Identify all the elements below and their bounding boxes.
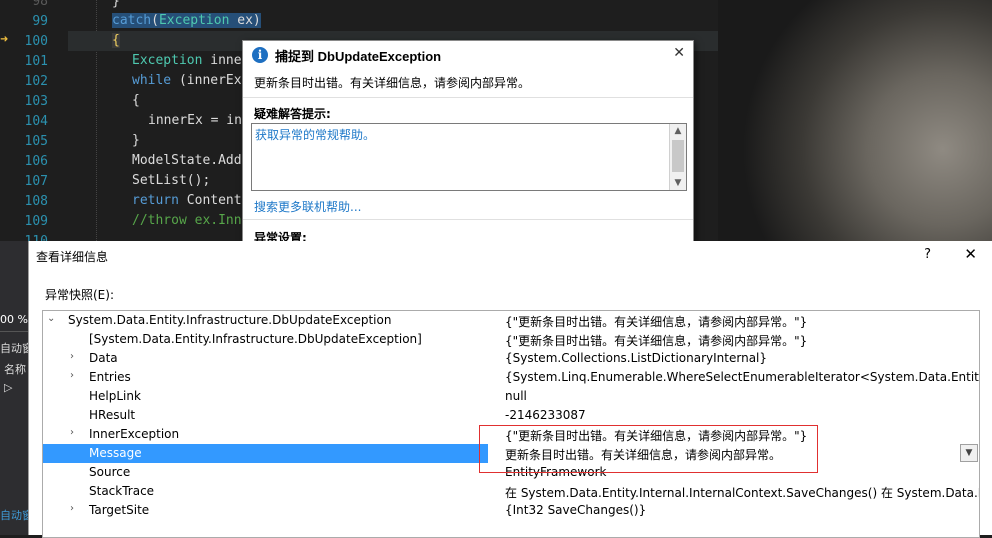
table-row[interactable]: › Entries {System.Linq.Enumerable.WhereSe… <box>43 368 979 387</box>
line-number: 103 <box>24 94 48 109</box>
line-number: 107 <box>24 174 48 189</box>
exception-snapshot-label: 异常快照(E): <box>45 288 114 302</box>
property-name: InnerException <box>89 427 180 441</box>
exception-helper-popup: i 捕捉到 DbUpdateException ✕ 更新条目时出错。有关详细信息… <box>242 40 694 241</box>
autos-window-label[interactable]: 自动窗 <box>0 340 28 356</box>
property-name: TargetSite <box>89 503 150 517</box>
divider <box>243 219 693 220</box>
table-row[interactable]: ⌄ System.Data.Entity.Infrastructure.DbUpd… <box>43 311 979 330</box>
autos-window-strip: 00 % 自动窗 名称 ▷ 自动窗 <box>0 241 28 535</box>
table-row[interactable]: HResult -2146233087 <box>43 406 979 425</box>
code-line-103[interactable]: { <box>132 93 140 108</box>
code-line-107[interactable]: SetList(); <box>132 173 210 188</box>
code-line-98[interactable]: } <box>112 0 120 9</box>
close-icon[interactable]: ✕ <box>673 45 685 61</box>
chevron-down-icon[interactable]: ▼ <box>960 444 978 462</box>
property-name: Message <box>89 446 142 460</box>
table-row[interactable]: HelpLink null <box>43 387 979 406</box>
expand-icon[interactable]: › <box>70 427 74 438</box>
property-name: HelpLink <box>89 389 141 403</box>
property-name: StackTrace <box>89 484 155 498</box>
current-line-arrow-icon: ➜ <box>0 34 9 45</box>
line-number-gutter: 98 99 100 101 102 103 104 105 106 107 10… <box>0 0 60 241</box>
table-row[interactable]: › Data {System.Collections.ListDictionary… <box>43 349 979 368</box>
divider <box>243 97 693 98</box>
property-name: Entries <box>89 370 131 384</box>
line-number: 110 <box>18 234 48 241</box>
code-line-106[interactable]: ModelState.AddM <box>132 153 249 168</box>
tips-scrollbar[interactable]: ▲ ▼ <box>669 124 686 190</box>
background-moon-image <box>718 0 992 241</box>
more-online-help-link[interactable]: 搜索更多联机帮助... <box>254 198 361 215</box>
line-number: 102 <box>24 74 48 89</box>
zoom-level[interactable]: 00 % <box>0 313 28 326</box>
line-number: 106 <box>24 154 48 169</box>
line-number: 109 <box>24 214 48 229</box>
property-value: {"更新条目时出错。有关详细信息，请参阅内部异常。"} <box>505 315 808 329</box>
code-line-105[interactable]: } <box>132 133 140 148</box>
code-line-100[interactable]: { <box>112 33 120 48</box>
line-number: 101 <box>24 54 48 69</box>
line-number: 100 <box>24 34 48 49</box>
expand-icon[interactable]: › <box>70 351 74 362</box>
property-name: System.Data.Entity.Infrastructure.DbUpda… <box>68 313 392 327</box>
property-name: Source <box>89 465 131 479</box>
code-line-99[interactable]: catch(Exception ex) <box>112 13 261 28</box>
collapse-icon[interactable]: ⌄ <box>47 313 55 324</box>
property-name: [System.Data.Entity.Infrastructure.DbUpd… <box>89 332 422 346</box>
view-detail-dialog: 查看详细信息 ? ✕ 异常快照(E): ⌄ System.Data.Entity.… <box>28 241 992 538</box>
line-number: 105 <box>24 134 48 149</box>
autos-tab[interactable]: 自动窗 <box>0 507 28 523</box>
expand-icon[interactable]: › <box>70 370 74 381</box>
property-value: 在 System.Data.Entity.Internal.InternalCo… <box>505 486 980 500</box>
troubleshooting-tips-box[interactable]: 获取异常的常规帮助。 ▲ ▼ <box>251 123 687 191</box>
property-value: {System.Linq.Enumerable.WhereSelectEnume… <box>505 370 980 384</box>
exception-settings-title: 异常设置: <box>254 231 307 241</box>
expand-icon[interactable]: › <box>70 503 74 514</box>
popup-title: 捕捉到 DbUpdateException <box>275 49 442 64</box>
table-row[interactable]: StackTrace 在 System.Data.Entity.Internal… <box>43 482 979 501</box>
exception-snapshot-grid[interactable]: ⌄ System.Data.Entity.Infrastructure.DbUpd… <box>42 310 980 538</box>
property-value: {"更新条目时出错。有关详细信息，请参阅内部异常。"} <box>505 334 808 348</box>
scroll-down-icon[interactable]: ▼ <box>670 176 686 190</box>
help-icon[interactable]: ? <box>924 247 931 262</box>
line-number: 104 <box>24 114 48 129</box>
line-number: 98 <box>32 0 48 9</box>
troubleshooting-title: 疑难解答提示: <box>254 107 331 121</box>
property-value: null <box>505 389 527 403</box>
close-button[interactable]: ✕ <box>964 245 977 263</box>
general-help-link[interactable]: 获取异常的常规帮助。 <box>255 126 375 143</box>
expand-arrow-icon[interactable]: ▷ <box>4 381 12 394</box>
highlight-annotation-box <box>479 425 818 473</box>
name-column-header: 名称 <box>4 363 26 376</box>
table-row[interactable]: › TargetSite {Int32 SaveChanges()} <box>43 501 979 520</box>
table-row[interactable]: [System.Data.Entity.Infrastructure.DbUpd… <box>43 330 979 349</box>
scroll-thumb[interactable] <box>672 140 684 172</box>
property-value: -2146233087 <box>505 408 586 422</box>
line-number: 108 <box>24 194 48 209</box>
scroll-up-icon[interactable]: ▲ <box>670 124 686 138</box>
property-value: {System.Collections.ListDictionaryIntern… <box>505 351 768 365</box>
info-icon: i <box>252 47 268 63</box>
code-editor[interactable]: 98 99 100 101 102 103 104 105 106 107 10… <box>0 0 992 241</box>
line-number: 99 <box>32 14 48 29</box>
exception-message: 更新条目时出错。有关详细信息，请参阅内部异常。 <box>254 76 531 90</box>
property-name: Data <box>89 351 118 365</box>
divider <box>0 331 28 332</box>
property-name: HResult <box>89 408 136 422</box>
property-value: {Int32 SaveChanges()} <box>505 503 647 517</box>
dialog-title: 查看详细信息 <box>36 250 109 264</box>
